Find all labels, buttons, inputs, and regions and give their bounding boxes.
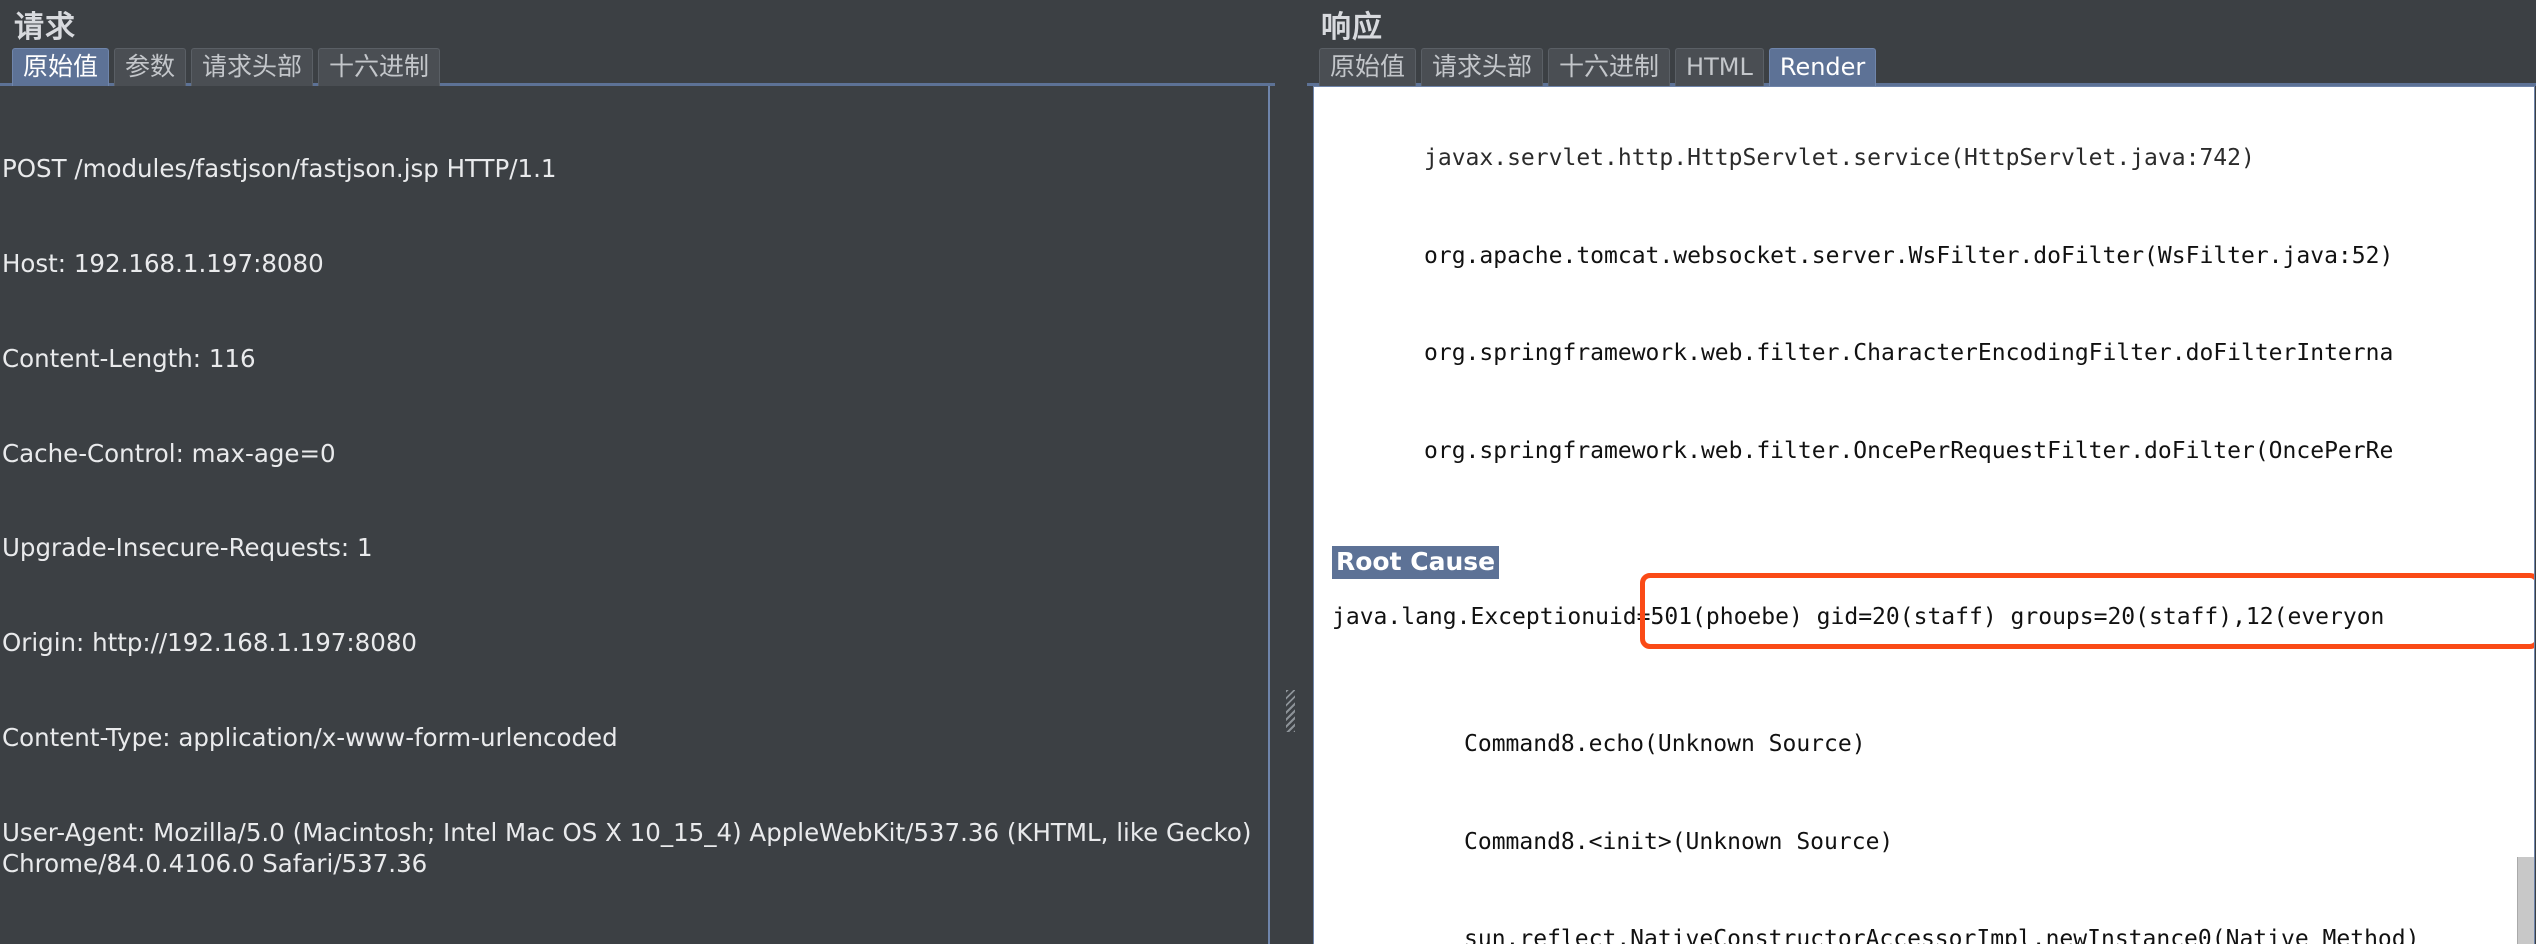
tab-request-raw[interactable]: 原始值 <box>12 48 110 86</box>
top-stack-trace: javax.servlet.http.HttpServlet.service(H… <box>1314 87 2524 532</box>
trace-line: Command8.echo(Unknown Source) <box>1464 731 1866 757</box>
exception-row: java.lang.Exceptionuid=501(phoebe) gid=2… <box>1314 573 2534 649</box>
tab-request-params[interactable]: 参数 <box>114 48 187 86</box>
request-line-user-agent: User-Agent: Mozilla/5.0 (Macintosh; Inte… <box>2 817 1260 879</box>
tab-response-html[interactable]: HTML <box>1675 48 1764 86</box>
request-panel: 请求 原始值 参数 请求头部 十六进制 POST /modules/fastjs… <box>0 0 1275 944</box>
tab-response-hex[interactable]: 十六进制 <box>1548 48 1671 86</box>
request-line-cache-control: Cache-Control: max-age=0 <box>2 438 336 468</box>
trace-line: Command8.<init>(Unknown Source) <box>1464 828 1894 855</box>
trace-line: org.springframework.web.filter.OncePerRe… <box>1424 437 2394 464</box>
tab-request-hex[interactable]: 十六进制 <box>318 48 441 86</box>
response-tabstrip: 原始值 请求头部 十六进制 HTML Render <box>1307 48 2536 86</box>
root-cause-stack-trace: Command8.echo(Unknown Source) Command8.<… <box>1314 663 2524 944</box>
trace-line: org.apache.tomcat.websocket.server.WsFil… <box>1424 242 2394 269</box>
rendered-error-page: javax.servlet.http.HttpServlet.service(H… <box>1314 87 2534 944</box>
exception-class: java.lang.Exception <box>1332 604 1596 630</box>
trace-line: sun.reflect.NativeConstructorAccessorImp… <box>1464 926 2420 944</box>
request-line-origin: Origin: http://192.168.1.197:8080 <box>2 628 417 658</box>
response-render-view[interactable]: javax.servlet.http.HttpServlet.service(H… <box>1313 86 2535 944</box>
trace-line: org.springframework.web.filter.Character… <box>1424 340 2394 366</box>
tab-response-render[interactable]: Render <box>1768 48 1877 86</box>
exception-message: uid=501(phoebe) gid=20(staff) groups=20(… <box>1595 604 2385 630</box>
root-cause-heading: Root Cause <box>1332 546 1500 579</box>
response-panel: 响应 原始值 请求头部 十六进制 HTML Render javax.servl… <box>1307 0 2536 944</box>
request-line-upgrade-insecure: Upgrade-Insecure-Requests: 1 <box>2 533 373 563</box>
response-vertical-scrollbar[interactable] <box>2517 857 2534 944</box>
burp-repeater-window: 请求 原始值 参数 请求头部 十六进制 POST /modules/fastjs… <box>0 0 2536 944</box>
response-panel-title: 响应 <box>1321 10 1383 45</box>
request-line-content-length: Content-Length: 116 <box>2 343 256 373</box>
splitter-grip-icon[interactable] <box>1286 690 1295 732</box>
tab-response-raw[interactable]: 原始值 <box>1319 48 1417 86</box>
request-line-content-type: Content-Type: application/x-www-form-url… <box>2 722 618 752</box>
request-line-host: Host: 192.168.1.197:8080 <box>2 248 324 278</box>
trace-line: javax.servlet.http.HttpServlet.service(H… <box>1424 145 2255 171</box>
request-line-method: POST /modules/fastjson/fastjson.jsp HTTP… <box>2 154 557 184</box>
request-tabstrip: 原始值 参数 请求头部 十六进制 <box>0 48 1275 86</box>
tab-response-headers[interactable]: 请求头部 <box>1421 48 1544 86</box>
tab-request-headers[interactable]: 请求头部 <box>191 48 314 86</box>
panel-splitter[interactable] <box>1275 0 1307 944</box>
request-panel-title: 请求 <box>14 10 76 45</box>
request-raw-editor[interactable]: POST /modules/fastjson/fastjson.jsp HTTP… <box>0 86 1270 944</box>
